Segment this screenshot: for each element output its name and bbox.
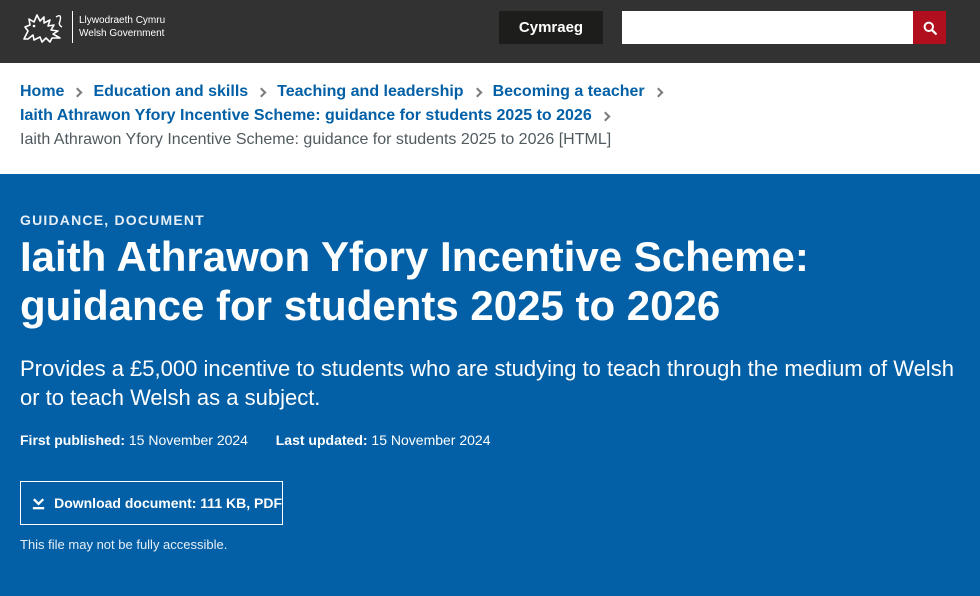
search-button[interactable] — [913, 11, 946, 44]
download-document-label: Download document: 111 KB, PDF — [54, 495, 282, 511]
chevron-right-icon — [73, 87, 83, 97]
publication-meta: First published: 15 November 2024 Last u… — [20, 432, 491, 448]
language-toggle-button[interactable]: Cymraeg — [499, 11, 603, 44]
search-input[interactable] — [622, 11, 914, 44]
chevron-right-icon — [472, 87, 483, 97]
breadcrumb-row: Iaith Athrawon Yfory Incentive Scheme: g… — [20, 128, 960, 152]
logo-line-english: Welsh Government — [79, 28, 165, 39]
chevron-right-icon — [653, 87, 664, 97]
last-updated-label: Last updated: — [275, 432, 368, 448]
breadcrumb-row: Iaith Athrawon Yfory Incentive Scheme: g… — [20, 104, 960, 128]
document-type-label: GUIDANCE, DOCUMENT — [20, 212, 205, 228]
breadcrumb-becoming-a-teacher[interactable]: Becoming a teacher — [493, 80, 645, 104]
logo-line-welsh: Llywodraeth Cymru — [79, 15, 166, 26]
page-summary: Provides a £5,000 incentive to students … — [20, 356, 954, 410]
chevron-right-icon — [256, 87, 267, 97]
search-icon — [923, 21, 937, 35]
accessibility-note: This file may not be fully accessible. — [20, 537, 228, 552]
chevron-right-icon — [600, 111, 611, 121]
logo-text: Llywodraeth Cymru Welsh Government — [79, 14, 165, 40]
breadcrumb: Home Education and skills Teaching and l… — [20, 80, 960, 152]
logo-divider — [72, 11, 73, 43]
page-title: Iaith Athrawon Yfory Incentive Scheme: g… — [20, 233, 809, 329]
last-updated-date: 15 November 2024 — [371, 432, 491, 448]
breadcrumb-row: Home Education and skills Teaching and l… — [20, 80, 960, 104]
welsh-government-logo[interactable]: Llywodraeth Cymru Welsh Government — [20, 9, 165, 45]
download-document-button[interactable]: Download document: 111 KB, PDF — [20, 481, 283, 525]
first-published-label: First published: — [20, 432, 125, 448]
breadcrumb-education-and-skills[interactable]: Education and skills — [93, 80, 248, 104]
welsh-dragon-icon — [23, 14, 63, 43]
hero-banner: GUIDANCE, DOCUMENT Iaith Athrawon Yfory … — [0, 174, 980, 596]
site-header: Llywodraeth Cymru Welsh Government Cymra… — [0, 0, 980, 63]
breadcrumb-teaching-and-leadership[interactable]: Teaching and leadership — [277, 80, 463, 104]
breadcrumb-home[interactable]: Home — [20, 80, 64, 104]
breadcrumb-guidance-page[interactable]: Iaith Athrawon Yfory Incentive Scheme: g… — [20, 104, 592, 128]
download-icon — [32, 498, 45, 510]
breadcrumb-current: Iaith Athrawon Yfory Incentive Scheme: g… — [20, 131, 612, 148]
first-published-date: 15 November 2024 — [128, 432, 248, 448]
